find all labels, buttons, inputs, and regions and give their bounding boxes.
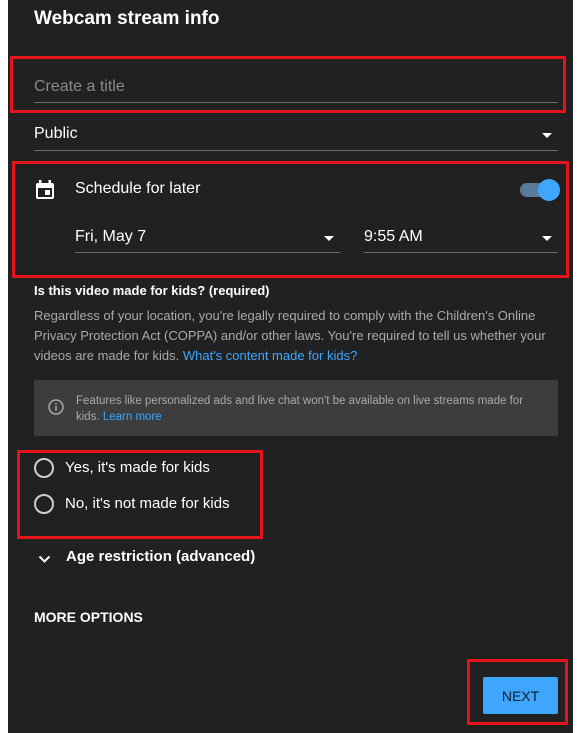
date-value: Fri, May 7 xyxy=(75,228,147,245)
info-icon xyxy=(48,399,64,420)
calendar-icon xyxy=(36,180,54,204)
chevron-down-icon xyxy=(542,236,552,241)
time-value: 9:55 AM xyxy=(364,228,423,245)
chevron-down-icon xyxy=(324,236,334,241)
learn-more-link[interactable]: Learn more xyxy=(103,411,162,423)
title-input[interactable] xyxy=(34,72,558,103)
radio-circle xyxy=(34,458,54,478)
radio-label: Yes, it's made for kids xyxy=(65,459,210,476)
age-restriction-label: Age restriction (advanced) xyxy=(66,548,256,565)
chevron-down-icon xyxy=(38,551,51,569)
kids-question: Is this video made for kids? (required) xyxy=(34,283,270,298)
notice-text-block: Features like personalized ads and live … xyxy=(76,393,541,425)
radio-circle xyxy=(34,494,54,514)
kids-notice: Features like personalized ads and live … xyxy=(34,380,558,436)
toggle-knob xyxy=(538,179,560,201)
time-select[interactable]: 9:55 AM xyxy=(364,226,558,253)
date-select[interactable]: Fri, May 7 xyxy=(75,226,340,253)
stream-info-panel: Webcam stream info Public Schedule for l… xyxy=(8,0,573,733)
more-options-button[interactable]: MORE OPTIONS xyxy=(34,609,143,625)
dialog-title: Webcam stream info xyxy=(34,8,220,29)
kids-content-link[interactable]: What's content made for kids? xyxy=(183,348,357,363)
kids-description: Regardless of your location, you're lega… xyxy=(34,306,564,366)
radio-label: No, it's not made for kids xyxy=(65,495,230,512)
schedule-toggle[interactable] xyxy=(520,179,560,201)
schedule-label: Schedule for later xyxy=(75,180,201,197)
next-button[interactable]: NEXT xyxy=(483,677,558,714)
visibility-select[interactable]: Public xyxy=(34,122,558,151)
visibility-value: Public xyxy=(34,125,78,142)
chevron-down-icon xyxy=(542,133,552,138)
